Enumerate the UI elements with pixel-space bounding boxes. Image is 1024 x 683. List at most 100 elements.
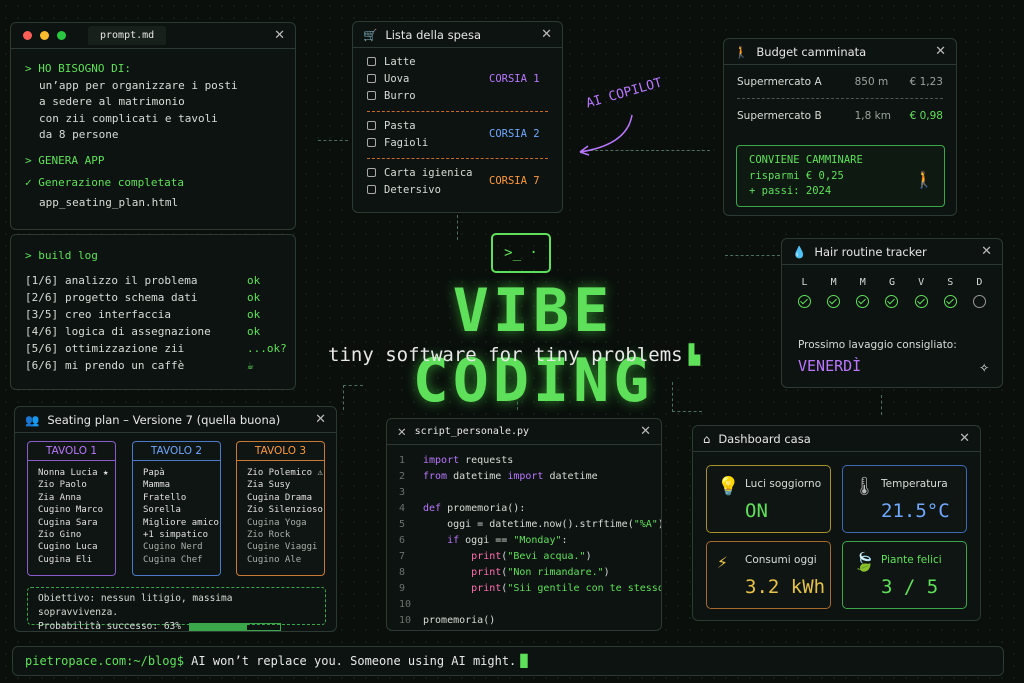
checkbox[interactable] <box>367 185 376 194</box>
checkbox[interactable] <box>367 57 376 66</box>
guest-name[interactable]: Cugina Yoga <box>247 517 324 529</box>
table-card[interactable]: TAVOLO 1 Nonna Lucia ★ Zio Paolo Zia Anna Cu… <box>27 441 116 576</box>
energy-tile[interactable]: ⚡ Consumi oggi 3.2 kWh <box>706 541 831 609</box>
window-maximize-dot[interactable] <box>57 31 66 40</box>
guest-name[interactable]: Cugino Luca <box>38 541 115 553</box>
close-icon[interactable]: ✕ <box>959 431 970 446</box>
guest-name[interactable]: Zia Anna <box>38 492 115 504</box>
day-column[interactable]: G <box>885 277 899 311</box>
guest-name[interactable]: Mamma <box>143 479 220 491</box>
seating-plan-window: 👥 Seating plan – Versione 7 (quella buona… <box>14 406 337 632</box>
dashboard-title: Dashboard casa <box>718 431 811 446</box>
guest-name[interactable]: Zio Silenzioso <box>247 504 324 516</box>
window-close-dot[interactable] <box>23 31 32 40</box>
guest-name[interactable]: Cugina Chef <box>143 554 220 566</box>
guest-name[interactable]: Zio Gino <box>38 529 115 541</box>
window-minimize-dot[interactable] <box>40 31 49 40</box>
close-icon[interactable]: ✕ <box>981 244 992 259</box>
prompt-window: prompt.md ✕ > HO BISOGNO DI: un’app per … <box>10 22 296 230</box>
guest-name[interactable]: Cugina Drama <box>247 492 324 504</box>
temperature-tile[interactable]: 🌡 Temperatura 21.5°C <box>842 465 967 533</box>
aisle-group-3: Carta igienica Detersivo CORSIA 7 <box>367 165 548 199</box>
table-card[interactable]: TAVOLO 2 Papà Mamma Fratello Sorella Migliore… <box>132 441 221 576</box>
check-circle-icon[interactable] <box>798 295 811 308</box>
day-column[interactable]: M <box>856 277 870 311</box>
guest-name[interactable]: Papà <box>143 467 220 479</box>
aisle-group-2: Pasta Fagioli CORSIA 2 <box>367 118 548 152</box>
guest-name[interactable]: Zio Rock <box>247 529 324 541</box>
guest-name[interactable]: Fratello <box>143 492 220 504</box>
guest-name[interactable]: Cugino Ale <box>247 554 324 566</box>
guest-name[interactable]: Cugino Marco <box>38 504 115 516</box>
prompt-text: un’app per organizzare i posti a sedere a… <box>39 78 238 142</box>
list-item: Supermercato A 850 m € 1,23 <box>737 65 943 99</box>
guest-name[interactable]: Cugino Nerd <box>143 541 220 553</box>
code-line[interactable]: 9 print("Sii gentile con te stesso.") <box>399 581 661 597</box>
guest-name[interactable]: Sorella <box>143 504 220 516</box>
checkbox[interactable] <box>367 168 376 177</box>
list-item[interactable]: Burro <box>367 88 548 105</box>
checkbox[interactable] <box>367 121 376 130</box>
users-icon: 👥 <box>25 412 40 427</box>
checkbox[interactable] <box>367 91 376 100</box>
list-item: Supermercato B 1,8 km € 0,98 <box>737 110 943 122</box>
aisle-group-1: Latte Uova Burro CORSIA 1 <box>367 54 548 105</box>
close-icon[interactable]: ✕ <box>640 424 651 439</box>
code-line[interactable]: 4 def promemoria(): <box>399 501 649 517</box>
walking-recommendation: CONVIENE CAMMINARE risparmi € 0,25 + passi… <box>736 145 945 207</box>
day-column[interactable]: D <box>972 277 986 311</box>
guest-name[interactable]: Cugine Viaggi <box>247 541 324 553</box>
checkbox[interactable] <box>367 74 376 83</box>
check-circle-icon[interactable] <box>885 295 899 308</box>
check-circle-icon[interactable] <box>827 295 841 308</box>
check-circle-icon[interactable] <box>914 295 928 308</box>
goal-box: Obiettivo: nessun litigio, massima sopra… <box>27 587 326 631</box>
code-line[interactable]: 6 if oggi == "Monday": <box>399 533 649 549</box>
tab-prompt-md[interactable]: prompt.md <box>88 26 167 45</box>
code-line[interactable]: 10 <box>399 597 649 613</box>
table-card[interactable]: TAVOLO 3 Zio Polemico ⚠ Zia Susy Cugina Dra… <box>236 441 325 576</box>
terminal-bar[interactable]: pietropace.com:~/blog$ AI won’t replace … <box>12 646 1004 676</box>
check-circle-icon[interactable] <box>972 295 986 308</box>
code-line[interactable]: 2 from datetime import datetime <box>399 469 649 485</box>
build-step: [4/6] logica di assegnazione ok <box>25 325 261 338</box>
generated-file[interactable]: app_seating_plan.html <box>25 195 281 212</box>
close-icon[interactable]: ✕ <box>935 44 946 59</box>
checkbox[interactable] <box>367 138 376 147</box>
tab-script-py[interactable]: script_personale.py <box>415 426 529 437</box>
code-line[interactable]: 3 <box>399 485 649 501</box>
build-step: [2/6] progetto schema dati ok <box>25 291 261 304</box>
guest-name[interactable]: Migliore amico <box>143 517 220 529</box>
next-wash-label: Prossimo lavaggio consigliato: <box>798 339 957 351</box>
close-icon[interactable]: ✕ <box>541 27 552 42</box>
check-circle-icon[interactable] <box>856 295 870 308</box>
guest-name[interactable]: Nonna Lucia ★ <box>38 467 115 479</box>
close-icon[interactable]: ✕ <box>315 412 326 427</box>
budget-title: Budget camminata <box>756 44 867 59</box>
day-column[interactable]: S <box>943 277 957 311</box>
close-icon[interactable]: ✕ <box>274 28 285 43</box>
day-column[interactable]: V <box>914 277 928 311</box>
guest-name[interactable]: Zia Susy <box>247 479 324 491</box>
code-line[interactable]: 8 print("Non rimandare.") <box>399 565 649 581</box>
guest-name[interactable]: Zio Polemico ⚠ <box>247 467 324 479</box>
build-step: [1/6] analizzo il problema ok <box>25 274 261 287</box>
close-icon[interactable]: ✕ <box>397 425 407 439</box>
code-line[interactable]: 7 print("Bevi acqua.") <box>399 549 649 565</box>
plants-tile[interactable]: 🍃 Piante felici 3 / 5 <box>842 541 967 609</box>
code-line[interactable]: 1 import requests <box>399 453 649 469</box>
guest-name[interactable]: Cugina Sara <box>38 517 115 529</box>
guest-name[interactable]: +1 simpatico <box>143 529 220 541</box>
sparkle-icon: ✧ <box>979 357 989 376</box>
lightning-icon: ⚡ <box>717 552 728 573</box>
list-item[interactable]: Latte <box>367 54 548 71</box>
ai-copilot-label: AI COPILOT <box>584 75 664 112</box>
lights-tile[interactable]: 💡 Luci soggiorno ON <box>706 465 831 533</box>
guest-name[interactable]: Zio Paolo <box>38 479 115 491</box>
day-column[interactable]: M <box>827 277 841 311</box>
day-column[interactable]: L <box>798 277 811 311</box>
code-line[interactable]: 5 oggi = datetime.now().strftime("%A") <box>399 517 661 533</box>
guest-name[interactable]: Cugina Eli <box>38 554 115 566</box>
check-circle-icon[interactable] <box>943 295 957 308</box>
code-line[interactable]: 10 promemoria() <box>399 613 649 629</box>
